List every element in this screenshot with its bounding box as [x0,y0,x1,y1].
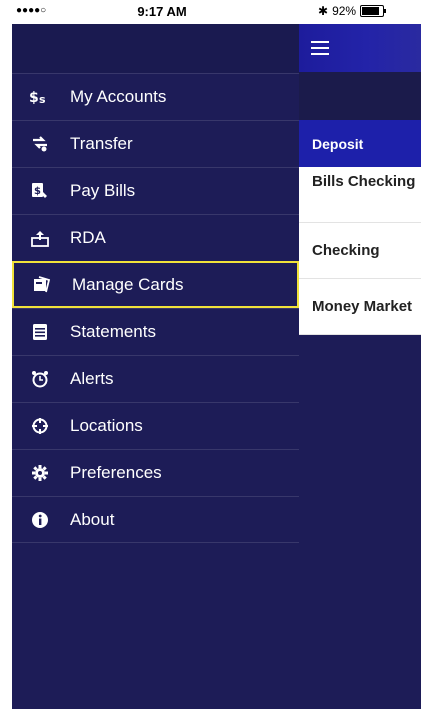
menu-item-label: About [70,509,115,529]
gear-icon [28,461,52,485]
transfer-icon [28,132,52,156]
menu-item-manage-cards[interactable]: Manage Cards [12,261,299,308]
menu-item-rda[interactable]: RDA [12,214,299,261]
top-nav-bar [299,24,421,72]
menu-item-alerts[interactable]: Alerts [12,355,299,402]
secondary-bar [299,72,421,120]
menu-item-label: Alerts [70,369,114,388]
main-content: Deposit Bills Checking Checking Money Ma… [299,24,421,709]
side-menu: $ s My Accounts Transfer $ Pay Bills RDA … [12,24,299,709]
pay-bills-icon: $ [28,179,52,203]
svg-text:$: $ [34,186,41,197]
menu-header [12,24,299,73]
bluetooth-icon: ✱ [318,4,329,18]
account-row[interactable]: Money Market [299,279,421,335]
battery-percent: 92% [332,4,357,18]
account-name: Bills Checking [312,173,416,190]
menu-item-label: Locations [70,416,143,435]
menu-item-label: My Accounts [70,87,167,106]
hamburger-menu-icon[interactable] [311,41,329,55]
menu-item-transfer[interactable]: Transfer [12,120,299,167]
crosshair-icon [28,414,52,438]
account-row[interactable]: Checking [299,223,421,279]
svg-text:$: $ [29,90,39,106]
info-icon [28,508,52,532]
svg-text:s: s [39,93,46,106]
status-bar: ●●●●○ 9:17 AM ✱ 92% [12,0,421,24]
menu-item-preferences[interactable]: Preferences [12,449,299,496]
deposit-section-header: Deposit [299,120,421,167]
menu-item-about[interactable]: About [12,496,299,543]
menu-item-statements[interactable]: Statements [12,308,299,355]
status-right: ✱ 92% [318,4,387,18]
menu-item-label: Pay Bills [70,181,136,200]
menu-item-label: Manage Cards [72,274,184,294]
account-name: Money Market [312,298,413,315]
account-name: Checking [312,242,380,259]
document-icon [28,320,52,344]
card-icon [30,273,54,297]
menu-item-label: Preferences [70,463,162,482]
status-time: 9:17 AM [137,4,187,19]
dollar-icon: $ s [28,85,52,109]
menu-item-locations[interactable]: Locations [12,402,299,449]
menu-item-label: Transfer [70,134,133,153]
rda-upload-icon [28,226,52,250]
menu-item-my-accounts[interactable]: $ s My Accounts [12,73,299,120]
account-row[interactable]: Bills Checking [299,167,421,223]
menu-item-label: RDA [70,228,106,247]
alarm-clock-icon [28,367,52,391]
menu-item-label: Statements [70,322,156,341]
menu-item-pay-bills[interactable]: $ Pay Bills [12,167,299,214]
battery-icon [360,5,387,17]
